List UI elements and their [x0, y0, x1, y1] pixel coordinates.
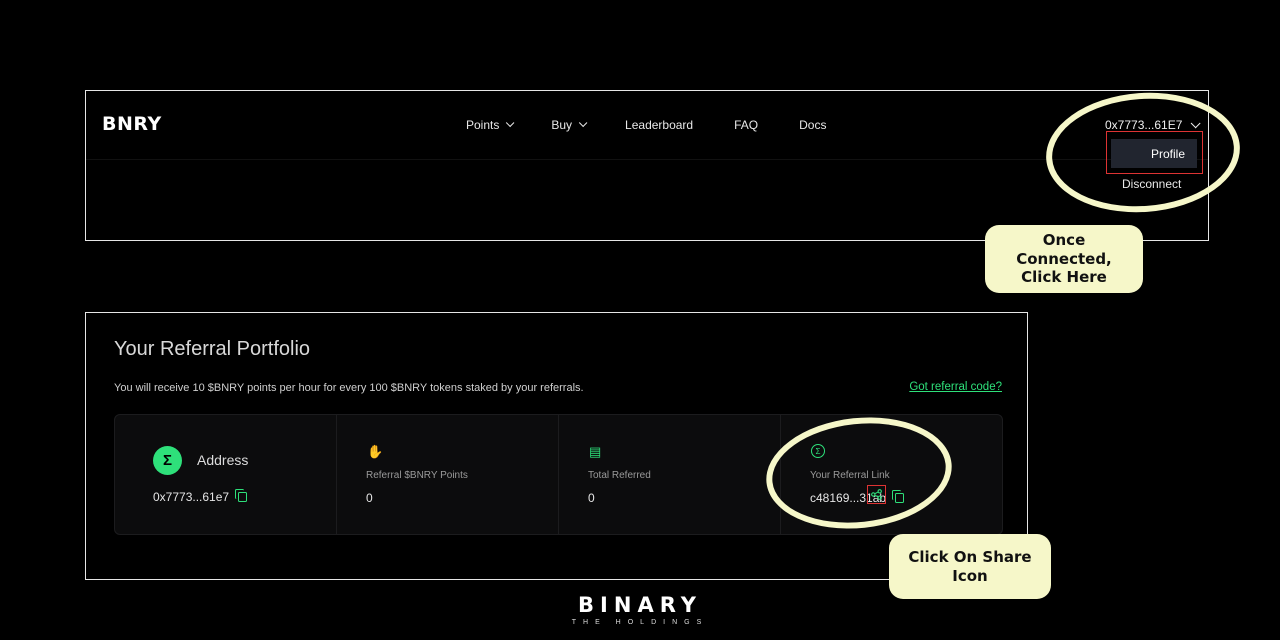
page-title: Your Referral Portfolio [114, 338, 311, 360]
nav-faq[interactable]: FAQ [734, 118, 758, 132]
address-value-row: 0x7773...61e7 [153, 489, 248, 504]
address-label: Address [197, 452, 249, 468]
total-value: 0 [588, 491, 595, 505]
nav-faq-label: FAQ [734, 118, 759, 132]
callout-share: Click On Share Icon [889, 534, 1051, 599]
binary-brand-logo: BINARY THE HOLDINGS [0, 593, 1280, 626]
money-stack-icon: ▤ [589, 444, 602, 459]
navbar-divider [86, 159, 1208, 160]
stat-total-referred: ▤ Total Referred 0 [559, 415, 781, 534]
main-nav: Points Buy Leaderboard FAQ Docs [466, 118, 826, 132]
brand-subtitle: THE HOLDINGS [571, 619, 709, 626]
address-value: 0x7773...61e7 [153, 490, 230, 504]
stat-referral-points: ✋ Referral $BNRY Points 0 [337, 415, 559, 534]
navbar-screenshot: BNRY Points Buy Leaderboard FAQ Docs 0x7… [85, 90, 1209, 241]
nav-buy-label: Buy [551, 118, 573, 132]
nav-points[interactable]: Points [466, 118, 515, 132]
nav-docs-label: Docs [799, 118, 827, 132]
points-value: 0 [366, 491, 373, 505]
callout-share-text: Click On Share Icon [908, 547, 1032, 585]
copy-icon[interactable] [235, 489, 248, 502]
hand-coin-icon: ✋ [367, 444, 384, 459]
callout-connected: Once Connected, Click Here [985, 225, 1143, 293]
referral-description: You will receive 10 $BNRY points per hou… [114, 382, 584, 394]
got-referral-code-link[interactable]: Got referral code? [909, 381, 1002, 393]
brand-name: BINARY [578, 593, 702, 617]
callout-connected-text: Once Connected, Click Here [1016, 230, 1112, 287]
sigma-logo-icon: Σ [153, 446, 182, 475]
points-label: Referral $BNRY Points [366, 470, 468, 481]
nav-buy[interactable]: Buy [551, 118, 588, 132]
nav-leaderboard-label: Leaderboard [625, 118, 694, 132]
nav-leaderboard[interactable]: Leaderboard [625, 118, 693, 132]
chevron-down-icon [506, 118, 515, 128]
stat-address: Σ Address 0x7773...61e7 [115, 415, 337, 534]
nav-docs[interactable]: Docs [799, 118, 826, 132]
chevron-down-icon [578, 118, 588, 128]
nav-points-label: Points [466, 118, 500, 132]
bnry-logo[interactable]: BNRY [102, 113, 162, 135]
total-label: Total Referred [588, 470, 651, 481]
